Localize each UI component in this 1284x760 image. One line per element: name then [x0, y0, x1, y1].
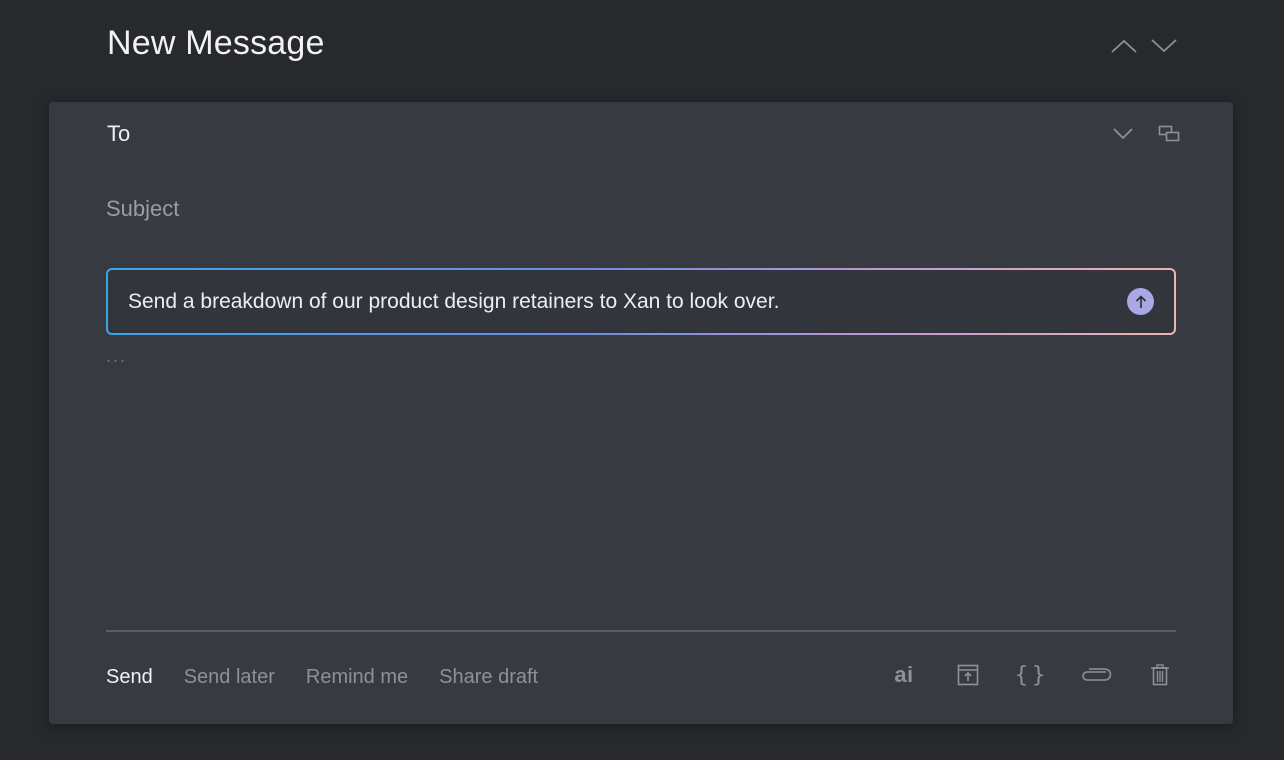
- ai-icon: ai: [894, 662, 914, 687]
- ai-prompt-submit-button[interactable]: [1127, 288, 1154, 315]
- arrow-up-icon: [1135, 294, 1146, 308]
- ai-button[interactable]: ai: [887, 660, 921, 690]
- show-cc-bcc-button[interactable]: [1111, 122, 1135, 146]
- snippets-button[interactable]: {}: [1015, 660, 1049, 690]
- archive-upload-icon: [957, 664, 979, 686]
- to-field-label[interactable]: To: [107, 120, 130, 148]
- ai-prompt-inner: Send a breakdown of our product design r…: [108, 270, 1174, 333]
- trash-icon: [1151, 664, 1169, 686]
- chevron-up-icon: [1111, 39, 1137, 53]
- attach-button[interactable]: [1079, 660, 1113, 690]
- footer-divider: [106, 630, 1176, 632]
- chevron-down-icon: [1113, 128, 1133, 140]
- paperclip-icon: [1082, 668, 1112, 681]
- header-nav: [1110, 34, 1178, 58]
- footer-tools: ai {}: [887, 660, 1177, 690]
- chevron-down-icon: [1151, 39, 1177, 53]
- expand-window-icon: [1158, 125, 1180, 142]
- next-message-button[interactable]: [1150, 34, 1178, 58]
- send-button[interactable]: Send: [106, 664, 153, 690]
- share-draft-button[interactable]: Share draft: [439, 664, 538, 690]
- pop-out-button[interactable]: [1157, 122, 1181, 146]
- compose-panel: To Send a breakdown of our product desig…: [49, 102, 1233, 724]
- braces-icon: {}: [1014, 662, 1050, 688]
- footer-actions: Send Send later Remind me Share draft: [106, 664, 538, 690]
- ai-prompt-field[interactable]: Send a breakdown of our product design r…: [106, 268, 1176, 335]
- previous-message-button[interactable]: [1110, 34, 1138, 58]
- ai-prompt-text[interactable]: Send a breakdown of our product design r…: [128, 288, 1127, 316]
- template-button[interactable]: [951, 660, 985, 690]
- subject-input[interactable]: [106, 195, 706, 223]
- discard-button[interactable]: [1143, 660, 1177, 690]
- compose-screen: New Message To Subject Send a breakdown …: [0, 0, 1284, 760]
- body-ellipsis: ...: [106, 346, 128, 366]
- send-later-button[interactable]: Send later: [184, 664, 275, 690]
- to-actions: [1111, 122, 1181, 146]
- page-title: New Message: [107, 24, 325, 62]
- remind-me-button[interactable]: Remind me: [306, 664, 408, 690]
